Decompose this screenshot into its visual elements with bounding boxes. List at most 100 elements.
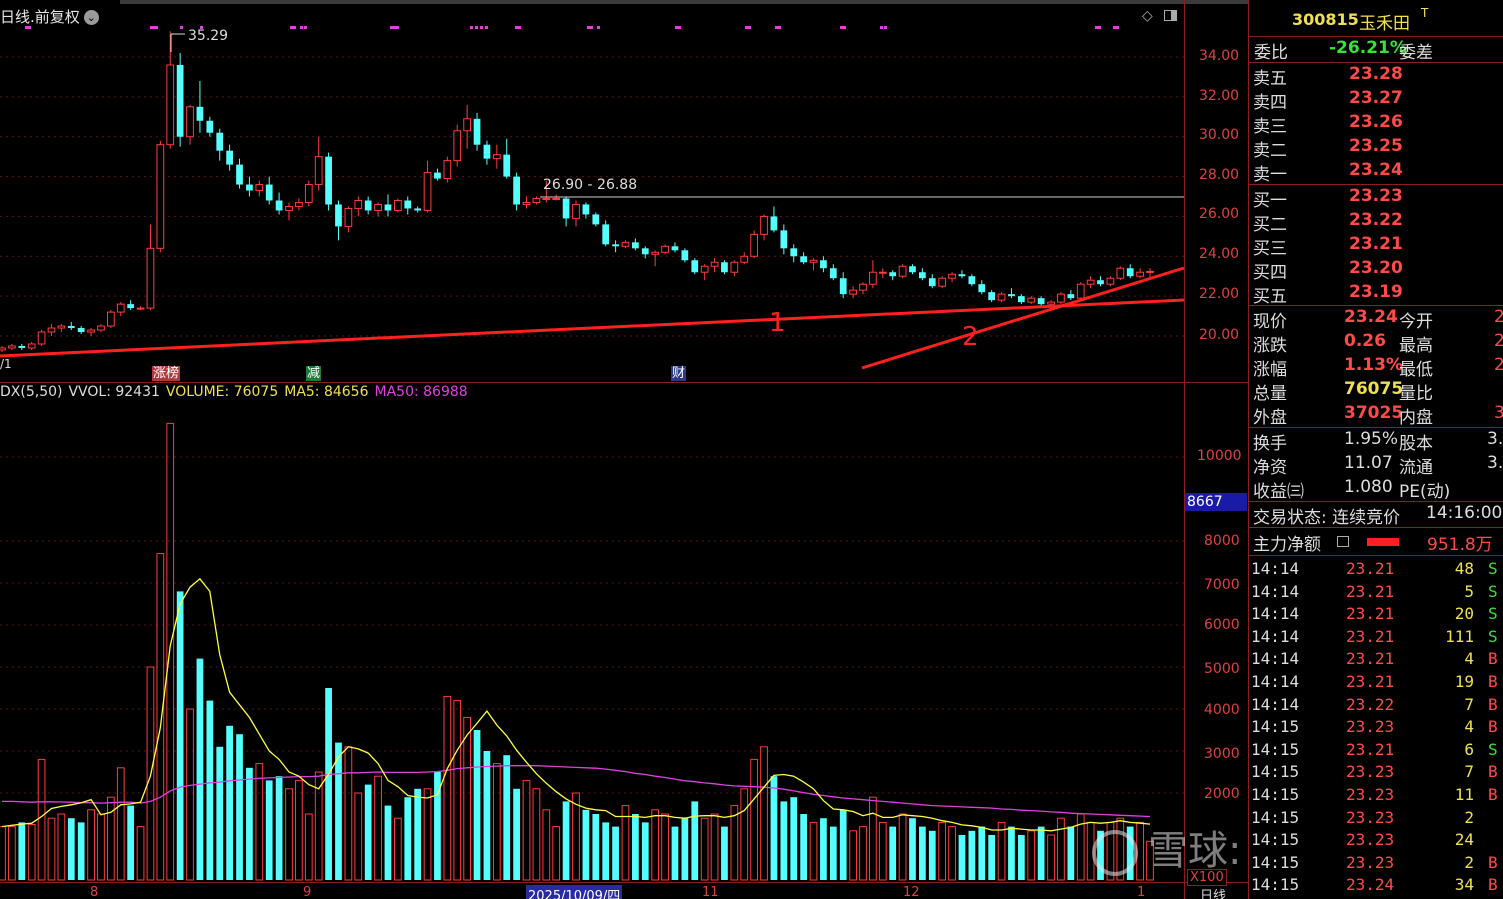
ask-price: 23.24 (1349, 160, 1403, 180)
tick-row: 14:14 23.21 48 S (1249, 559, 1503, 581)
candle-body (928, 278, 936, 287)
window-icon[interactable] (1164, 10, 1177, 21)
candle-body (532, 197, 541, 203)
candle-body (483, 144, 491, 159)
volume-bar (236, 734, 243, 880)
price-tick: 34.00 (1199, 48, 1240, 64)
tick-time: 14:14 (1251, 559, 1300, 578)
period-label[interactable]: 日线 (1200, 885, 1226, 899)
candle-body (1146, 270, 1154, 273)
webi-label: 委比 (1254, 43, 1288, 63)
signal-dot (778, 26, 781, 29)
volume-bar (285, 788, 293, 881)
candle-body (166, 64, 175, 146)
candle-body (592, 214, 600, 225)
stock-name[interactable]: 玉禾田 (1359, 9, 1410, 34)
candle-body (800, 256, 807, 263)
tick-row: 14:14 23.21 19 B (1249, 672, 1503, 694)
main-net-label: 主力净额 (1253, 535, 1321, 555)
volume-indicator-legend[interactable]: DX(5,50) VVOL: 92431 VOLUME: 76075 MA5: 846… (0, 384, 474, 400)
candle-body (463, 118, 472, 132)
candle-body (889, 272, 897, 277)
event-tag-cai[interactable]: 财 (671, 366, 687, 381)
volume-bar (1017, 835, 1025, 880)
webi-value: -26.21% (1329, 38, 1407, 58)
candle-body (1116, 267, 1125, 279)
tick-side: B (1488, 672, 1498, 691)
stat-label: 内盘 (1399, 408, 1433, 428)
volume-bar (67, 818, 75, 880)
candle-body (721, 262, 728, 273)
volume-bar (265, 780, 273, 880)
tick-volume: 4 (1464, 717, 1474, 737)
ask-row: 卖三 23.26 (1249, 112, 1503, 137)
main-net-value: 951.8万 (1427, 535, 1493, 555)
stat-label: 最低 (1399, 360, 1433, 380)
candle-body (57, 325, 66, 329)
tick-volume: 4 (1464, 649, 1474, 669)
stat-value: 1.95% (1344, 429, 1399, 449)
list-icon[interactable] (1337, 536, 1349, 547)
main-net-row[interactable]: 主力净额 951.8万 (1249, 530, 1503, 555)
candle-body (434, 172, 441, 179)
candle-body (621, 241, 630, 247)
tick-price: 23.21 (1346, 649, 1395, 669)
volume-bar (958, 835, 966, 880)
candle-body (226, 150, 233, 165)
divider (1249, 427, 1503, 428)
volume-bar (206, 700, 214, 880)
event-tag-zhangbang[interactable]: 涨榜 (152, 366, 181, 381)
stat-label: 总量 (1253, 384, 1287, 404)
volume-bar (710, 813, 719, 881)
volume-bars (0, 422, 1154, 881)
volume-bar (780, 801, 788, 880)
signal-dot (590, 26, 593, 29)
volume-bar (77, 822, 85, 880)
candle-body (265, 184, 273, 201)
candle-body (97, 325, 105, 331)
diamond-icon[interactable]: ◇ (1142, 8, 1153, 24)
candle-body (18, 345, 26, 348)
candle-body (1136, 271, 1144, 277)
divider (1249, 501, 1503, 502)
tick-volume: 111 (1445, 626, 1474, 646)
tick-volume: 5 (1464, 581, 1474, 601)
volume-bar (275, 776, 283, 880)
signal-dot (745, 26, 748, 29)
candle-body (988, 292, 996, 301)
event-tag-jian[interactable]: 减 (306, 366, 322, 381)
signal-dot (155, 26, 158, 29)
stat-value: 2 (1494, 355, 1503, 375)
tick-row: 14:15 23.21 6 S (1249, 740, 1503, 762)
volume-bar (196, 658, 204, 880)
candle-body (127, 304, 135, 309)
indicator-name[interactable]: DX(5,50) (0, 384, 62, 400)
volume-bar (928, 830, 936, 880)
candle-body (246, 184, 253, 191)
vvol-value: VVOL: 92431 (68, 384, 160, 400)
volume-bar (354, 792, 363, 881)
stat-value: 3.9 (1487, 453, 1503, 473)
volume-bar (335, 742, 342, 880)
bid-row: 买四 23.20 (1249, 258, 1503, 283)
candle-body (335, 204, 342, 227)
volume-bar (513, 788, 520, 880)
stat-value: 11.07 (1344, 453, 1393, 473)
candle-body (27, 343, 36, 349)
tick-price: 23.23 (1346, 785, 1395, 804)
tick-side: B (1488, 717, 1498, 737)
tick-side: S (1488, 604, 1498, 624)
candle-body (156, 144, 165, 249)
tick-time: 14:15 (1251, 807, 1300, 827)
candle-body (740, 255, 749, 263)
volume-bar (255, 763, 264, 881)
tick-side: S (1488, 739, 1498, 759)
high-price-label: 35.29 (188, 28, 229, 44)
price-tick: 24.00 (1199, 246, 1240, 262)
candlestick-chart[interactable] (0, 0, 1248, 899)
candle-body (552, 197, 561, 200)
volume-bar (919, 826, 926, 880)
ask-price: 23.26 (1349, 112, 1403, 132)
candle-body (710, 261, 719, 267)
candle-body (820, 260, 827, 269)
